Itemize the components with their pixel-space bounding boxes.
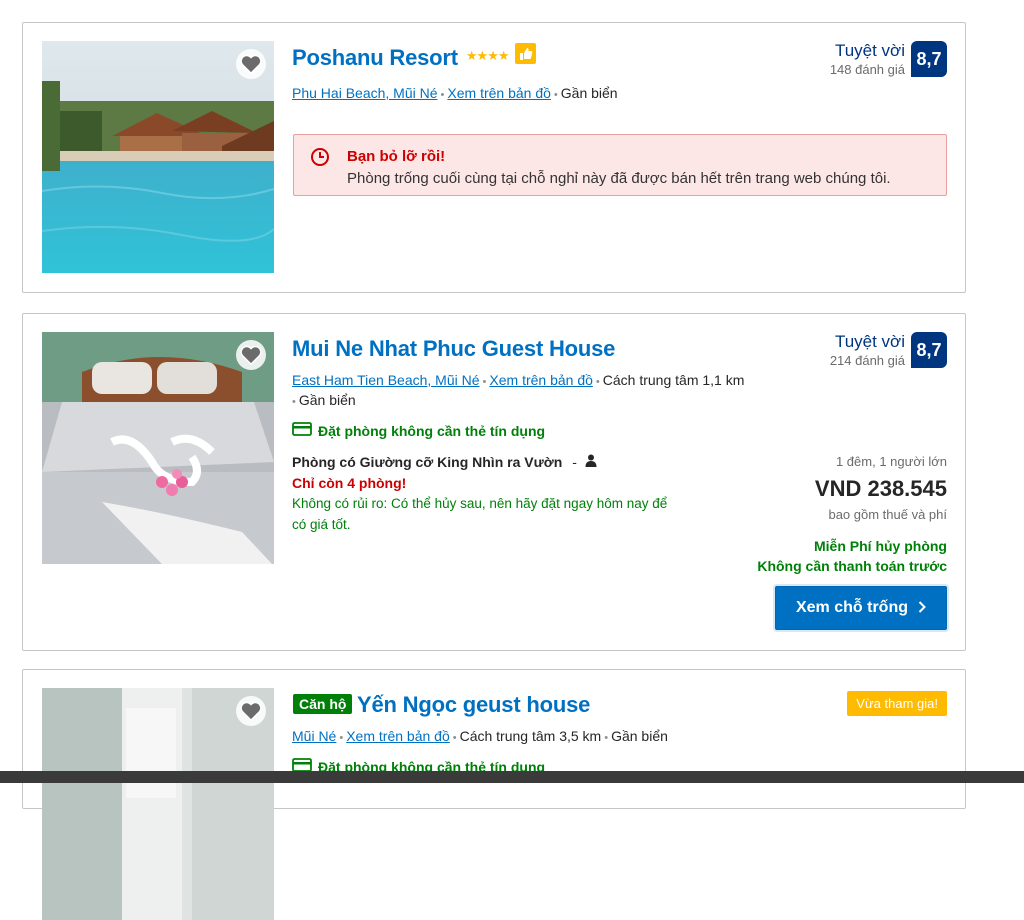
show-on-map-link[interactable]: Xem trên bản đồ bbox=[489, 372, 593, 388]
hotel-name-link[interactable]: Mui Ne Nhat Phuc Guest House bbox=[292, 336, 615, 362]
location-link[interactable]: Mũi Né bbox=[292, 728, 336, 744]
alert-text: Phòng trống cuối cùng tại chỗ nghỉ này đ… bbox=[347, 170, 891, 187]
property-card: Mui Ne Nhat Phuc Guest House East Ham Ti… bbox=[22, 313, 966, 651]
review-word: Tuyệt vời bbox=[834, 41, 905, 60]
location-line: East Ham Tien Beach, Mũi Né • Xem trên bản… bbox=[292, 372, 745, 388]
heart-icon bbox=[240, 701, 262, 721]
review-score[interactable]: Tuyệt vời 214 đánh giá 8,7 bbox=[830, 332, 947, 370]
price: VND 238.545 bbox=[814, 476, 947, 501]
score-badge: 8,7 bbox=[911, 332, 947, 368]
heart-icon bbox=[240, 54, 262, 74]
property-type-badge: Căn hộ bbox=[293, 694, 353, 714]
beach-note: Gần biển bbox=[560, 85, 618, 101]
location-link[interactable]: Phu Hai Beach, Mũi Né bbox=[292, 85, 438, 101]
room-type: Phòng có Giường cỡ King Nhìn ra Vườn - bbox=[292, 454, 597, 470]
distance-text: Cách trung tâm 3,5 km bbox=[459, 728, 602, 744]
review-word: Tuyệt vời bbox=[834, 332, 905, 351]
scarcity-message: Chỉ còn 4 phòng! bbox=[292, 475, 407, 491]
sold-out-alert: Bạn bỏ lỡ rồi! Phòng trống cuối cùng tại… bbox=[293, 134, 947, 196]
favorite-button[interactable] bbox=[236, 49, 266, 79]
chevron-right-icon bbox=[918, 600, 926, 616]
property-card: Căn hộ Yến Ngọc geust house Mũi Né • Xem t… bbox=[22, 669, 966, 920]
beach-note: Gần biển bbox=[298, 392, 356, 408]
stay-summary: 1 đêm, 1 người lớn bbox=[835, 454, 947, 469]
no-prepayment: Không cần thanh toán trước bbox=[757, 558, 947, 574]
location-link[interactable]: East Ham Tien Beach, Mũi Né bbox=[292, 372, 480, 388]
favorite-button[interactable] bbox=[236, 340, 266, 370]
property-photo[interactable] bbox=[42, 332, 274, 564]
score-badge: 8,7 bbox=[911, 41, 947, 77]
star-rating: ★★★★ bbox=[465, 48, 510, 64]
room-separator: - bbox=[572, 454, 577, 470]
free-cancellation: Miễn Phí hủy phòng bbox=[814, 538, 947, 554]
property-photo[interactable] bbox=[42, 688, 274, 920]
favorite-button[interactable] bbox=[236, 696, 266, 726]
review-score[interactable]: Tuyệt vời 148 đánh giá 8,7 bbox=[830, 41, 947, 79]
room-name: Phòng có Giường cỡ King Nhìn ra Vườn bbox=[292, 454, 563, 470]
hotel-name-row: Poshanu Resort ★★★★ bbox=[292, 42, 536, 73]
heart-icon bbox=[240, 345, 262, 365]
person-icon bbox=[585, 454, 597, 470]
location-line-2: • Gần biển bbox=[292, 392, 356, 408]
review-count: 214 đánh giá bbox=[829, 353, 905, 368]
hotel-name-link[interactable]: Yến Ngọc geust house bbox=[357, 692, 590, 718]
no-credit-card-note: Đặt phòng không cần thẻ tín dụng bbox=[292, 422, 545, 439]
bottom-bar bbox=[0, 771, 1024, 783]
thumbs-up-icon bbox=[514, 42, 536, 70]
location-line: Mũi Né • Xem trên bản đồ • Cách trung tâm 3,… bbox=[292, 728, 668, 744]
clock-icon bbox=[310, 147, 330, 172]
property-card: Poshanu Resort ★★★★ Phu Hai Beach, Mũi Né… bbox=[22, 22, 966, 293]
no-credit-card-text: Đặt phòng không cần thẻ tín dụng bbox=[318, 422, 546, 439]
tax-note: bao gồm thuế và phí bbox=[828, 507, 947, 522]
location-line: Phu Hai Beach, Mũi Né • Xem trên bản đồ • Gầ… bbox=[292, 85, 618, 101]
hotel-name-link[interactable]: Poshanu Resort bbox=[292, 45, 458, 70]
show-on-map-link[interactable]: Xem trên bản đồ bbox=[346, 728, 450, 744]
review-count: 148 đánh giá bbox=[829, 62, 905, 77]
see-availability-button[interactable]: Xem chỗ trống bbox=[775, 586, 947, 630]
new-property-badge: Vừa tham gia! bbox=[847, 691, 947, 716]
distance-text: Cách trung tâm 1,1 km bbox=[602, 372, 745, 388]
cta-label: Xem chỗ trống bbox=[795, 599, 908, 616]
no-risk-message: Không có rủi ro: Có thể hủy sau, nên hãy… bbox=[292, 496, 668, 532]
property-photo[interactable] bbox=[42, 41, 274, 273]
beach-note: Gần biển bbox=[611, 728, 668, 744]
show-on-map-link[interactable]: Xem trên bản đồ bbox=[447, 85, 551, 101]
credit-card-icon bbox=[292, 422, 312, 439]
alert-title: Bạn bỏ lỡ rồi! bbox=[347, 148, 446, 165]
